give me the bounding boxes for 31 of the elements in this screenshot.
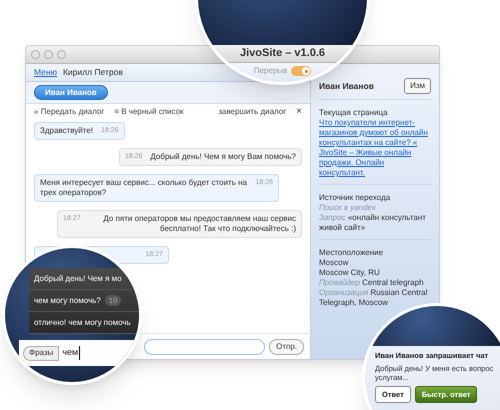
section-title: Текущая страница — [319, 108, 389, 118]
operator-name: Кирилл Петров — [62, 66, 123, 79]
send-button[interactable]: Отпр. — [269, 338, 304, 354]
info-text: Moscow City, RU — [319, 268, 381, 278]
message-text: Добрый день! Чем я могу Вам помочь? — [150, 152, 296, 162]
page-link[interactable]: Что покупатели интернет-магазинов думают об онлайн консультантах на сайте? « JivoSite – Живые онлайн продажи. Онлайн консультант. — [319, 118, 431, 178]
message-field[interactable] — [144, 338, 266, 354]
visitor-name: Иван Иванов — [319, 80, 374, 92]
message-text: До пяти операторов мы предоставляем наш сервис бесплатно! Так что подключайтесь :) — [102, 214, 296, 234]
info-text: Moscow — [319, 258, 350, 268]
section-title: Источник перехода — [319, 193, 392, 203]
source-text: Поиск в yandex — [319, 203, 377, 213]
phrases-button[interactable]: Фразы — [23, 346, 60, 360]
phrase-item[interactable]: Добрый день! Чем я мо — [29, 268, 139, 290]
dialog-action-link[interactable]: ≡ В черный список — [114, 106, 184, 118]
message-text: Меня интересует ваш сервис... сколько будет стоить на трех операторов? — [40, 178, 248, 198]
info-text: Запрос «онлайн консультант живой сайт» — [319, 213, 427, 233]
phrase-item[interactable]: отлично! чем могу помочь — [29, 312, 139, 334]
end-dialog-link[interactable]: завершить диалог — [218, 106, 286, 118]
break-label: Перерыв — [254, 66, 288, 76]
edit-button[interactable]: Изм — [404, 78, 431, 94]
close-button[interactable]: × — [296, 107, 302, 117]
break-toggle[interactable] — [291, 66, 312, 76]
message-text: Здравствуйте! — [40, 126, 94, 136]
menu-link[interactable]: Меню — [34, 66, 57, 79]
dialog-action-link[interactable]: » Передать диалог — [34, 106, 104, 118]
input-text: чем — [62, 346, 80, 360]
section-title: Местоположение — [319, 248, 384, 258]
info-text: Провайдер Central telegraph — [319, 278, 425, 288]
window-title: JivoSite – v1.0.6 — [240, 46, 325, 62]
info-text: Организация Russian Central Telegraph, Moscow — [319, 288, 428, 308]
